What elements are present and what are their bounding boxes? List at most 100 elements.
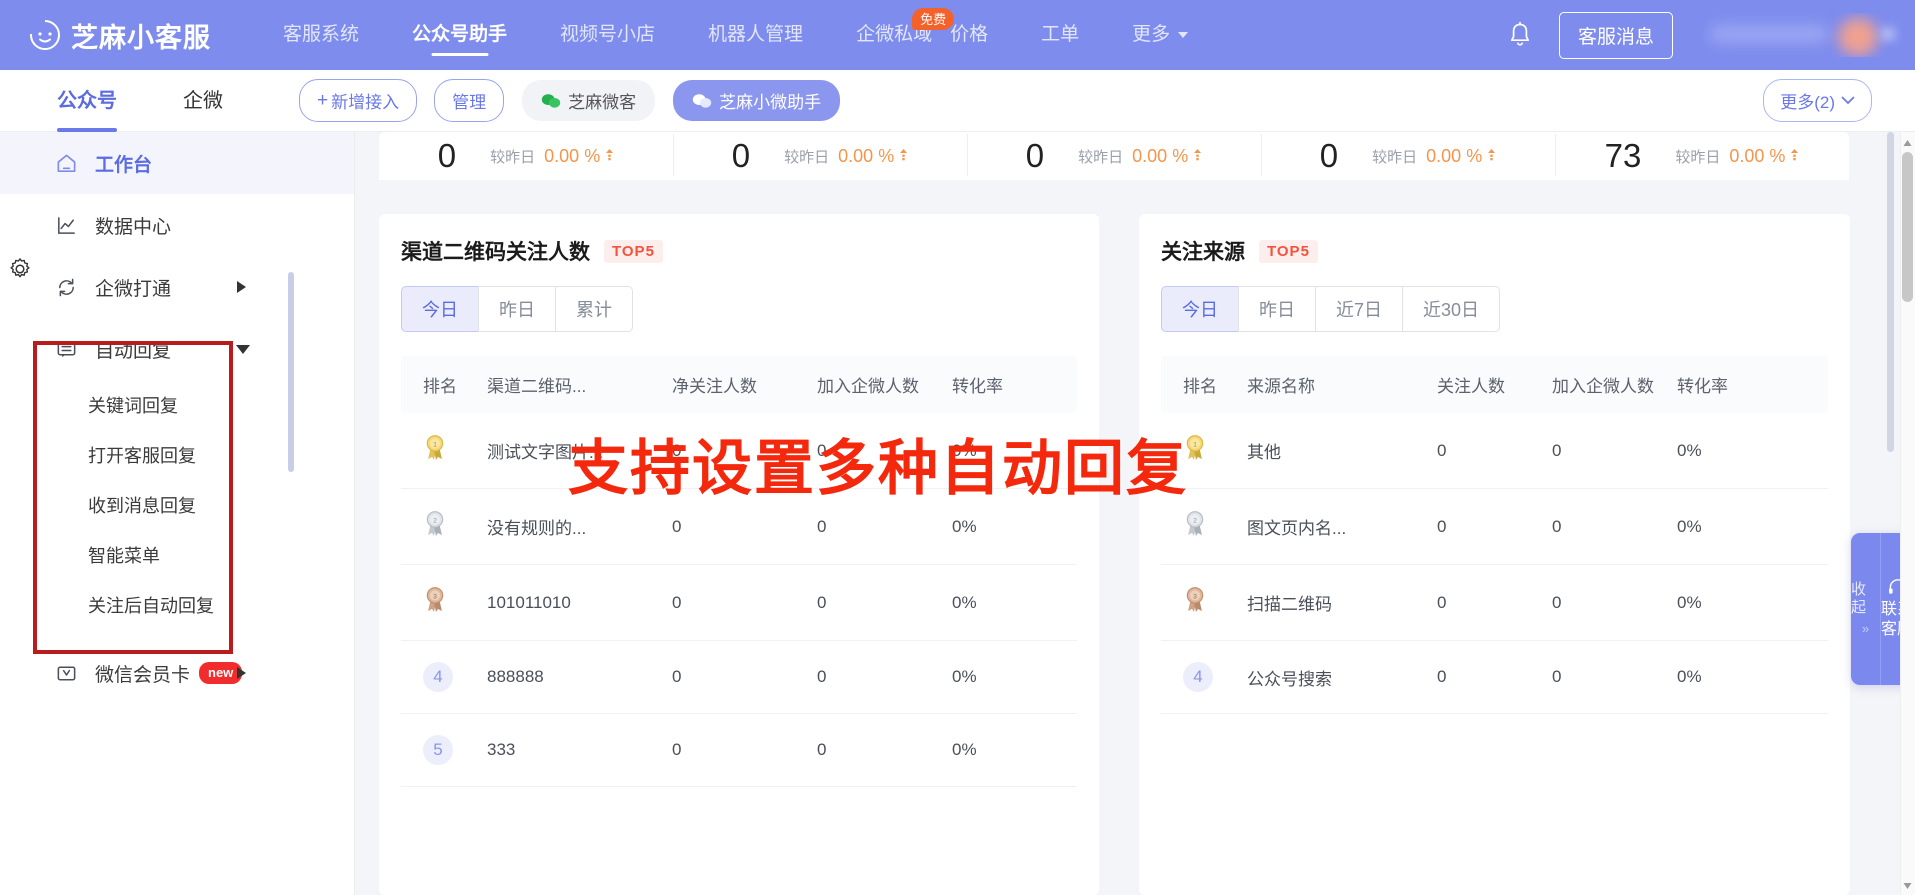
cell-net-followers: 0 xyxy=(672,488,817,565)
right-panel-table: 排名 来源名称 关注人数 加入企微人数 转化率 1 其他 0 0 0% 2 图文… xyxy=(1161,356,1828,714)
segment-last-30-days[interactable]: 近30日 xyxy=(1402,286,1501,332)
manage-button[interactable]: 管理 xyxy=(434,79,505,122)
sidebar-subitem-label: 关注后自动回复 xyxy=(88,596,214,616)
more-accounts-button[interactable]: 更多(2) xyxy=(1763,79,1872,122)
sidebar-subitem-label: 关键词回复 xyxy=(88,396,178,416)
cell-rank: 3 xyxy=(401,564,487,641)
nav-item-more[interactable]: 更多 xyxy=(1132,0,1189,70)
cell-joined-qiwei: 0 xyxy=(817,488,952,565)
stat-percent: 0.00 % xyxy=(544,145,601,166)
sidebar-item-open-service-reply[interactable]: 打开客服回复 xyxy=(0,430,354,480)
segment-yesterday[interactable]: 昨日 xyxy=(478,286,555,332)
cell-channel-name: 333 xyxy=(487,713,672,787)
main-content: 0 较昨日 0.00 % 0 较昨日 0.00 % 0 较昨日 0.00 % 0… xyxy=(355,132,1900,895)
add-connection-button[interactable]: + 新增接入 xyxy=(299,79,418,122)
table-row: 4 公众号搜索 0 0 0% xyxy=(1161,640,1828,714)
column-header-conversion-rate: 转化率 xyxy=(952,356,1077,413)
trend-up-icon xyxy=(1487,148,1496,164)
segment-cumulative[interactable]: 累计 xyxy=(555,286,633,332)
tab-official-account[interactable]: 公众号 xyxy=(57,70,117,132)
bell-icon[interactable] xyxy=(1507,21,1533,49)
free-badge: 免费 xyxy=(912,8,955,30)
nav-item-video-shop[interactable]: 视频号小店 xyxy=(560,0,655,70)
user-account-area[interactable] xyxy=(1703,13,1903,57)
source-name-text: 图文页内名... xyxy=(1247,519,1347,538)
cell-rank: 5 xyxy=(401,713,487,787)
sidebar-item-smart-menu[interactable]: 智能菜单 xyxy=(0,530,354,580)
column-header-joined-qiwei: 加入企微人数 xyxy=(817,356,952,413)
sidebar-item-auto-reply[interactable]: 自动回复 xyxy=(0,318,354,380)
top-nav-right-area: 客服消息 xyxy=(1507,0,1915,70)
brand-name: 芝麻小客服 xyxy=(71,22,211,53)
trend-up-icon xyxy=(1193,148,1202,164)
customer-service-message-button[interactable]: 客服消息 xyxy=(1558,11,1673,59)
medal-silver-icon: 2 xyxy=(423,511,447,542)
tab-qiwei[interactable]: 企微 xyxy=(183,70,223,132)
collapse-widget-button[interactable]: 收起 » xyxy=(1851,533,1881,685)
svg-text:1: 1 xyxy=(1193,441,1197,448)
brand-logo[interactable]: 芝麻小客服 xyxy=(28,16,211,55)
smiley-moon-icon xyxy=(28,18,62,52)
cell-source-name: 扫描二维码 xyxy=(1247,564,1437,641)
account-chip-label: 芝麻小微助手 xyxy=(719,93,822,112)
sidebar-item-wechat-member-card[interactable]: 微信会员卡 new xyxy=(0,642,354,704)
nav-item-tickets[interactable]: 工单 xyxy=(1041,0,1079,70)
double-chevron-right-icon: » xyxy=(1861,621,1870,637)
user-name-blurred xyxy=(1709,25,1829,43)
cell-rank: 4 xyxy=(401,640,487,714)
cell-rank: 2 xyxy=(401,488,487,565)
table-row: 3 101011010 0 0 0% xyxy=(401,564,1077,641)
source-name-text: 其他 xyxy=(1247,443,1281,462)
sidebar-item-qiwei-connect[interactable]: 企微打通 xyxy=(0,256,354,318)
sidebar-subitem-label: 智能菜单 xyxy=(88,546,160,566)
cell-joined-qiwei: 0 xyxy=(1552,488,1677,565)
cell-net-followers: 0 xyxy=(672,713,817,787)
sidebar-item-keyword-reply[interactable]: 关键词回复 xyxy=(0,380,354,430)
gear-icon[interactable] xyxy=(8,257,32,281)
cell-rank: 4 xyxy=(1161,640,1247,714)
sidebar-item-after-follow-auto-reply[interactable]: 关注后自动回复 xyxy=(0,580,354,630)
cell-followers: 0 xyxy=(1437,488,1552,565)
collapse-label: 收起 xyxy=(1851,581,1867,617)
cell-channel-name: 101011010 xyxy=(487,564,672,641)
rank-number: 4 xyxy=(1183,662,1213,692)
card-icon xyxy=(54,661,79,686)
table-row: 2 图文页内名... 0 0 0% xyxy=(1161,488,1828,565)
page-scrollbar-thumb[interactable] xyxy=(1902,152,1913,302)
nav-item-robot-management[interactable]: 机器人管理 xyxy=(708,0,803,70)
segment-last-7-days[interactable]: 近7日 xyxy=(1315,286,1403,332)
plus-icon: + xyxy=(317,90,329,111)
nav-item-kefu-system[interactable]: 客服系统 xyxy=(283,0,359,70)
sub-header-bar: 公众号 企微 + 新增接入 管理 芝麻微客 芝麻小微助手 更多(2) xyxy=(0,70,1915,132)
account-chip-label: 芝麻微客 xyxy=(568,93,637,112)
sidebar-item-received-message-reply[interactable]: 收到消息回复 xyxy=(0,480,354,530)
sidebar-item-workbench[interactable]: 工作台 xyxy=(0,132,354,194)
account-chip-zhima-weike[interactable]: 芝麻微客 xyxy=(522,80,656,121)
medal-gold-icon: 1 xyxy=(423,435,447,466)
segment-yesterday[interactable]: 昨日 xyxy=(1238,286,1315,332)
svg-text:3: 3 xyxy=(1193,593,1197,600)
cell-conversion-rate: 0% xyxy=(952,640,1077,714)
wechat-icon xyxy=(692,93,712,109)
avatar xyxy=(1838,18,1878,56)
scroll-down-arrow-icon[interactable] xyxy=(1902,878,1913,889)
scroll-up-arrow-icon[interactable] xyxy=(1902,136,1913,147)
right-panel-date-segments: 今日 昨日 近7日 近30日 xyxy=(1161,286,1850,332)
content-scrollbar[interactable] xyxy=(1887,132,1894,452)
nav-item-price[interactable]: 价格 xyxy=(950,0,988,70)
cell-conversion-rate: 0% xyxy=(952,713,1077,787)
segment-today[interactable]: 今日 xyxy=(401,286,478,332)
stat-value: 0 xyxy=(437,137,457,174)
segment-today[interactable]: 今日 xyxy=(1161,286,1238,332)
sidebar-item-label: 微信会员卡 xyxy=(95,664,191,686)
sidebar-item-label: 企微打通 xyxy=(95,278,172,300)
cell-channel-name: 888888 xyxy=(487,640,672,714)
sidebar-scrollbar[interactable] xyxy=(288,272,294,472)
nav-label: 客服系统 xyxy=(283,24,360,45)
nav-item-qiwei-private-domain[interactable]: 企微私域 免费 xyxy=(856,0,955,70)
sidebar-item-data-center[interactable]: 数据中心 xyxy=(0,194,354,256)
account-chip-zhima-xiaowei-assistant[interactable]: 芝麻小微助手 xyxy=(673,80,841,121)
nav-item-official-account-assistant[interactable]: 公众号助手 xyxy=(412,0,507,70)
left-panel-table: 排名 渠道二维码... 净关注人数 加入企微人数 转化率 1 测试文字图片...… xyxy=(401,356,1077,787)
stats-summary-row: 0 较昨日 0.00 % 0 较昨日 0.00 % 0 较昨日 0.00 % 0… xyxy=(379,132,1849,180)
